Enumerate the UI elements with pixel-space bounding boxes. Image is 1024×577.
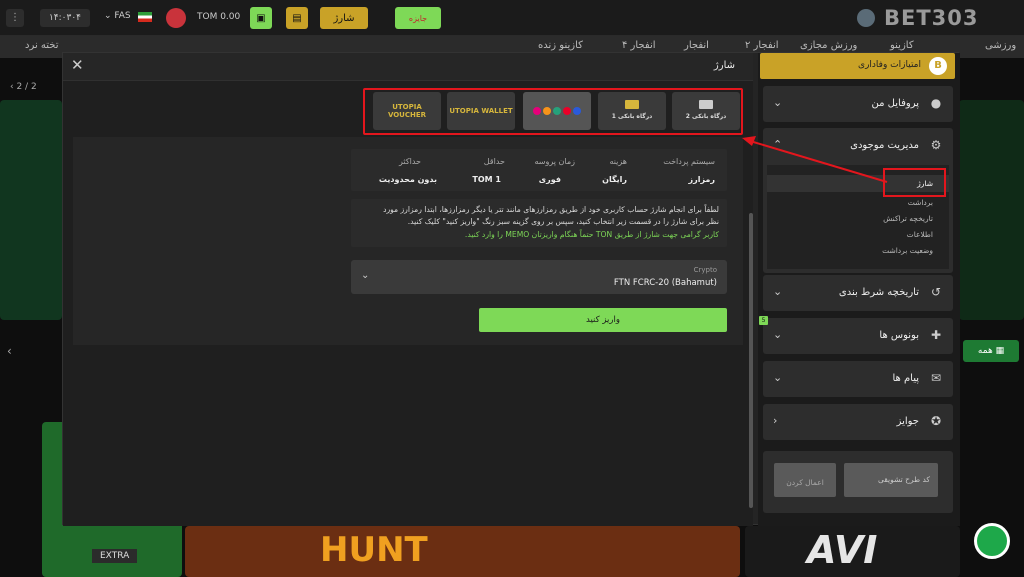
- annotation-arrow-head: [742, 136, 756, 146]
- annotation-arrow-line: [749, 140, 888, 183]
- annotation-arrow: [742, 136, 888, 183]
